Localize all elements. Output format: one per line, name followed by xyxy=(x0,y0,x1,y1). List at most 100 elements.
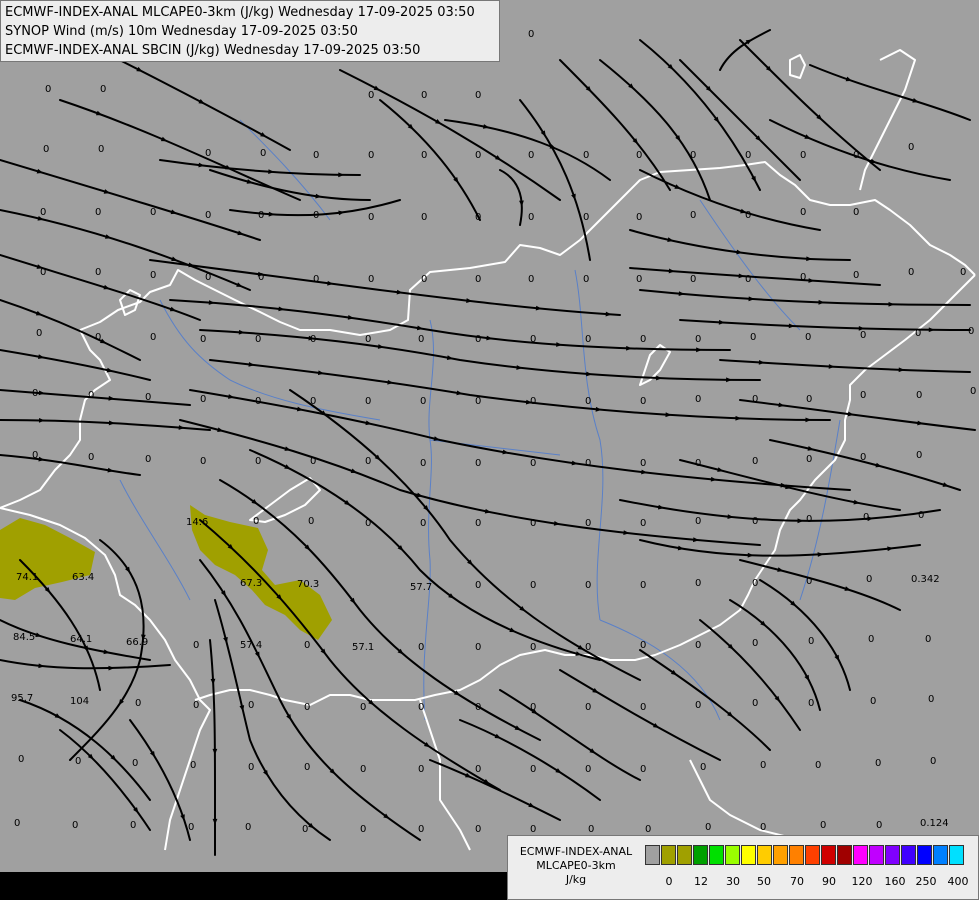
legend-swatch xyxy=(853,845,868,865)
zero-label: 0 xyxy=(193,640,199,651)
legend-tick-label: 90 xyxy=(822,875,836,888)
zero-label: 0 xyxy=(475,274,481,285)
zero-label: 0 xyxy=(365,518,371,529)
zero-label: 0 xyxy=(695,458,701,469)
value-label: 63.4 xyxy=(72,572,94,583)
zero-label: 0 xyxy=(258,272,264,283)
zero-label: 0 xyxy=(302,824,308,835)
zero-label: 0 xyxy=(583,274,589,285)
zero-label: 0 xyxy=(421,274,427,285)
zero-label: 0 xyxy=(705,822,711,833)
zero-label: 0 xyxy=(421,212,427,223)
zero-label: 0 xyxy=(585,764,591,775)
zero-label: 0 xyxy=(750,332,756,343)
zero-label: 0 xyxy=(805,332,811,343)
legend-swatch xyxy=(709,845,724,865)
zero-label: 0 xyxy=(18,754,24,765)
zero-label: 0 xyxy=(258,210,264,221)
zero-label: 0 xyxy=(806,514,812,525)
zero-label: 0 xyxy=(75,756,81,767)
zero-label: 0 xyxy=(695,394,701,405)
zero-label: 0 xyxy=(475,824,481,835)
zero-label: 0 xyxy=(918,510,924,521)
zero-label: 0 xyxy=(475,580,481,591)
zero-label: 0 xyxy=(876,820,882,831)
zero-label: 0 xyxy=(530,334,536,345)
zero-label: 0 xyxy=(928,694,934,705)
legend-swatch xyxy=(741,845,756,865)
zero-label: 0 xyxy=(248,762,254,773)
zero-label: 0 xyxy=(475,212,481,223)
zero-label: 0 xyxy=(88,390,94,401)
legend-units: J/kg xyxy=(565,873,587,886)
zero-label: 0 xyxy=(72,820,78,831)
value-label: 0 xyxy=(421,90,427,101)
value-label: 57.1 xyxy=(352,642,374,653)
zero-label: 0 xyxy=(695,700,701,711)
zero-label: 0 xyxy=(188,822,194,833)
value-label: 70.3 xyxy=(297,579,319,590)
value-label: 67.3 xyxy=(240,578,262,589)
zero-label: 0 xyxy=(475,764,481,775)
legend-title-line1: ECMWF-INDEX-ANAL xyxy=(519,845,633,858)
zero-label: 0 xyxy=(360,824,366,835)
zero-label: 0 xyxy=(36,328,42,339)
zero-label: 0 xyxy=(150,332,156,343)
zero-label: 0 xyxy=(193,700,199,711)
zero-label: 0 xyxy=(930,756,936,767)
zero-label: 0 xyxy=(40,207,46,218)
zero-label: 0 xyxy=(313,150,319,161)
zero-label: 0 xyxy=(806,576,812,587)
legend-swatch xyxy=(757,845,772,865)
zero-label: 0 xyxy=(475,702,481,713)
zero-label: 0 xyxy=(130,820,136,831)
zero-label: 0 xyxy=(636,150,642,161)
zero-label: 0 xyxy=(752,456,758,467)
zero-label: 0 xyxy=(368,212,374,223)
legend-swatch xyxy=(917,845,932,865)
zero-label: 0 xyxy=(908,267,914,278)
zero-label: 0 xyxy=(585,580,591,591)
zero-label: 0 xyxy=(95,332,101,343)
value-label: 64.1 xyxy=(70,634,92,645)
zero-label: 0 xyxy=(145,454,151,465)
zero-label: 0 xyxy=(585,396,591,407)
zero-label: 0 xyxy=(695,516,701,527)
title-cape: ECMWF-INDEX-ANAL MLCAPE0-3km (J/kg) Wedn… xyxy=(5,5,475,20)
legend-swatch xyxy=(837,845,852,865)
zero-label: 0 xyxy=(475,150,481,161)
zero-label: 0 xyxy=(806,454,812,465)
zero-label: 0 xyxy=(636,212,642,223)
zero-label: 0 xyxy=(368,274,374,285)
value-label: 104 xyxy=(70,696,89,707)
value-label: 0 xyxy=(205,148,211,159)
zero-label: 0 xyxy=(690,274,696,285)
zero-label: 0 xyxy=(925,634,931,645)
zero-label: 0 xyxy=(200,394,206,405)
zero-label: 0 xyxy=(640,518,646,529)
zero-label: 0 xyxy=(760,822,766,833)
zero-label: 0 xyxy=(418,764,424,775)
zero-label: 0 xyxy=(530,580,536,591)
zero-label: 0 xyxy=(360,764,366,775)
zero-label: 0 xyxy=(530,458,536,469)
map-background xyxy=(0,0,979,872)
zero-label: 0 xyxy=(360,702,366,713)
zero-label: 0 xyxy=(475,334,481,345)
legend-tick-label: 160 xyxy=(884,875,906,888)
zero-label: 0 xyxy=(255,396,261,407)
value-label: 66.9 xyxy=(126,637,148,648)
zero-label: 0 xyxy=(970,386,976,397)
zero-label: 0 xyxy=(14,818,20,829)
legend-ticks: 0 12 30 50 70 90 120 160 250 400 xyxy=(645,875,975,889)
zero-label: 0 xyxy=(853,270,859,281)
zero-label: 0 xyxy=(200,334,206,345)
zero-label: 0 xyxy=(253,516,259,527)
zero-label: 0 xyxy=(530,396,536,407)
zero-label: 0 xyxy=(530,642,536,653)
legend-swatch xyxy=(805,845,820,865)
zero-label: 0 xyxy=(308,516,314,527)
zero-label: 0 xyxy=(365,456,371,467)
legend-tick-label: 12 xyxy=(694,875,708,888)
zero-label: 0 xyxy=(135,698,141,709)
